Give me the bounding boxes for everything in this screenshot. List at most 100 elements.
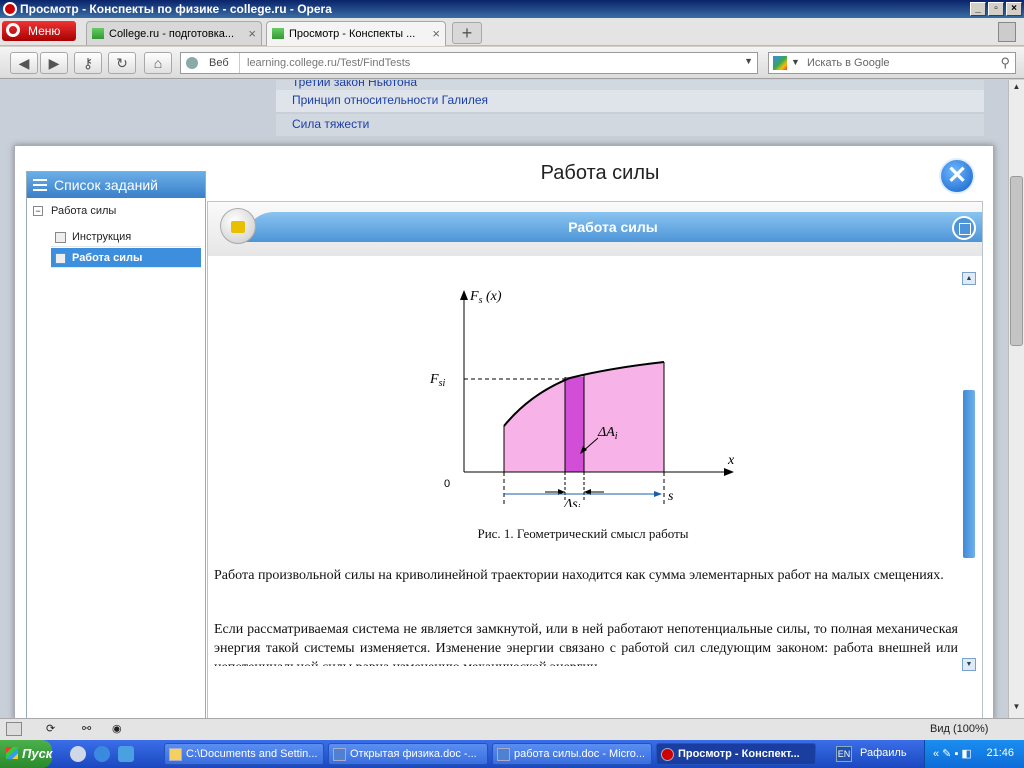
language-indicator[interactable]: EN [836, 746, 852, 762]
search-placeholder: Искать в Google [807, 57, 890, 69]
s-label: s [668, 489, 674, 504]
key-icon[interactable]: ⚷ [74, 52, 102, 74]
work-graph: Fs (x) Fsi x 0 ΔAi Δsi s [429, 289, 735, 540]
opera-menu-button[interactable]: Меню [2, 21, 76, 41]
sidebar-root-label: Работа силы [51, 205, 117, 217]
text-area: Работа произвольной силы на криволинейно… [208, 562, 960, 666]
page-scrollbar[interactable]: ▲ ▼ [1008, 80, 1024, 718]
folder-icon [169, 748, 182, 761]
x-axis-label: x [727, 453, 735, 468]
tab-prosmotr[interactable]: Просмотр - Конспекты ... × [266, 21, 446, 46]
bg-link[interactable]: Сила тяжести [276, 114, 984, 136]
grid-icon[interactable] [952, 216, 976, 240]
windows-logo-icon [6, 747, 18, 759]
share-icon[interactable]: ⚯ [82, 722, 98, 736]
scroll-up-icon[interactable]: ▲ [962, 272, 976, 285]
taskbar-label: работа силы.doc - Micro... [514, 748, 646, 760]
start-button[interactable]: Пуск [0, 740, 52, 768]
task-list-sidebar: Список заданий − Работа силы Инструкция Р… [26, 171, 206, 719]
taskbar-button-opera[interactable]: Просмотр - Конспект... [656, 743, 816, 765]
lesson-modal: Работа силы ✕ Список заданий − Работа сил… [14, 145, 994, 720]
scroll-thumb[interactable] [1010, 176, 1023, 346]
forward-button[interactable]: ▶ [40, 52, 68, 74]
figure-caption: Рис. 1. Геометрический смысл работы [477, 526, 689, 541]
taskbar-button-word1[interactable]: Открытая физика.doc -... [328, 743, 488, 765]
reload-button[interactable]: ↻ [108, 52, 136, 74]
collapse-icon[interactable]: − [33, 206, 43, 217]
new-tab-button[interactable]: + [452, 22, 482, 44]
window-title: Просмотр - Конспекты по физике - college… [20, 2, 332, 16]
taskbar-label: Просмотр - Конспект... [678, 748, 800, 760]
content-header: Работа силы [208, 202, 982, 256]
user-name: Рафаиль [860, 747, 907, 759]
home-button[interactable]: ⌂ [144, 52, 172, 74]
word-icon [497, 748, 510, 761]
sync-icon[interactable]: ⟳ [46, 722, 62, 736]
window-titlebar: Просмотр - Конспекты по физике - college… [0, 0, 1024, 18]
scroll-thumb[interactable] [963, 390, 975, 558]
search-field[interactable]: ▼ Искать в Google ⚲ [768, 52, 1016, 74]
windows-taskbar: Пуск C:\Documents and Settin... Открытая… [0, 740, 1024, 768]
content-title: Работа силы [244, 212, 982, 242]
media-player-icon[interactable] [70, 746, 86, 762]
content-scrollbar[interactable]: ▲ ▼ [962, 272, 978, 718]
list-icon [33, 179, 47, 191]
taskbar-button-explorer[interactable]: C:\Documents and Settin... [164, 743, 324, 765]
taskbar-label: Открытая физика.doc -... [350, 748, 477, 760]
ie-icon[interactable] [94, 746, 110, 762]
back-button[interactable]: ◀ [10, 52, 38, 74]
checkbox-icon [55, 232, 66, 243]
paragraph: Работа произвольной силы на криволинейно… [214, 568, 944, 583]
favicon-icon [92, 28, 104, 39]
taskbar-button-word2[interactable]: работа силы.doc - Micro... [492, 743, 652, 765]
tab-label: Просмотр - Конспекты ... [289, 28, 416, 40]
chevron-down-icon[interactable]: ▼ [791, 57, 800, 67]
sidebar-item-label: Работа силы [72, 252, 143, 264]
y-axis-label: Fs (x) [469, 289, 502, 306]
address-url[interactable]: learning.college.ru/Test/FindTests [247, 57, 410, 69]
modal-title: Работа силы [540, 162, 660, 184]
chevron-down-icon[interactable]: ▼ [744, 56, 753, 66]
sidebar-root-item[interactable]: − Работа силы [33, 205, 116, 217]
tab-college[interactable]: College.ru - подготовка... × [86, 21, 262, 45]
sidebar-item-work[interactable]: Работа силы [51, 248, 201, 268]
search-icon[interactable]: ⚲ [1000, 55, 1010, 71]
address-field[interactable]: Веб learning.college.ru/Test/FindTests ▼ [180, 52, 758, 74]
address-scope-label: Веб [209, 57, 229, 69]
favicon-icon [272, 28, 284, 39]
address-toolbar: ◀ ▶ ⚷ ↻ ⌂ Веб learning.college.ru/Test/F… [0, 47, 1024, 79]
bg-link[interactable]: Принцип относительности Галилея [276, 90, 984, 112]
minimize-button[interactable]: _ [970, 2, 986, 16]
close-window-button[interactable]: × [1006, 2, 1022, 16]
system-tray: « ✎ ▪ ◧ 21:46 [924, 740, 1024, 768]
outlook-icon[interactable] [118, 746, 134, 762]
tab-label: College.ru - подготовка... [109, 28, 235, 40]
menu-label: Меню [28, 24, 61, 38]
paragraph: Если рассматриваемая система не является… [214, 622, 958, 666]
opera-logo-icon [661, 748, 674, 761]
zoom-level[interactable]: Вид (100%) [930, 723, 988, 735]
checkbox-icon [55, 253, 66, 264]
tab-strip: Меню College.ru - подготовка... × Просмо… [0, 18, 1024, 46]
sidebar-title: Список заданий [54, 177, 159, 193]
unite-icon[interactable]: ◉ [112, 722, 128, 736]
tray-icons[interactable]: « ✎ ▪ ◧ [933, 747, 972, 760]
lesson-icon[interactable] [220, 208, 256, 244]
scroll-up-icon[interactable]: ▲ [1010, 82, 1023, 96]
tab-close-icon[interactable]: × [248, 26, 256, 41]
panel-toggle-icon[interactable] [6, 722, 22, 736]
start-label: Пуск [22, 746, 53, 761]
sidebar-header: Список заданий [27, 172, 205, 198]
scroll-down-icon[interactable]: ▼ [1010, 702, 1023, 716]
maximize-button[interactable]: ▫ [988, 2, 1004, 16]
delta-a-label: ΔAi [597, 425, 618, 442]
opera-logo-icon [6, 23, 20, 37]
word-icon [333, 748, 346, 761]
tab-close-icon[interactable]: × [432, 26, 440, 41]
clock: 21:46 [986, 747, 1014, 759]
trash-icon[interactable] [998, 22, 1016, 42]
scroll-down-icon[interactable]: ▼ [962, 658, 976, 671]
sidebar-item-instruction[interactable]: Инструкция [51, 227, 201, 247]
modal-close-button[interactable]: ✕ [939, 158, 975, 194]
delta-s-label: Δsi [563, 497, 581, 507]
